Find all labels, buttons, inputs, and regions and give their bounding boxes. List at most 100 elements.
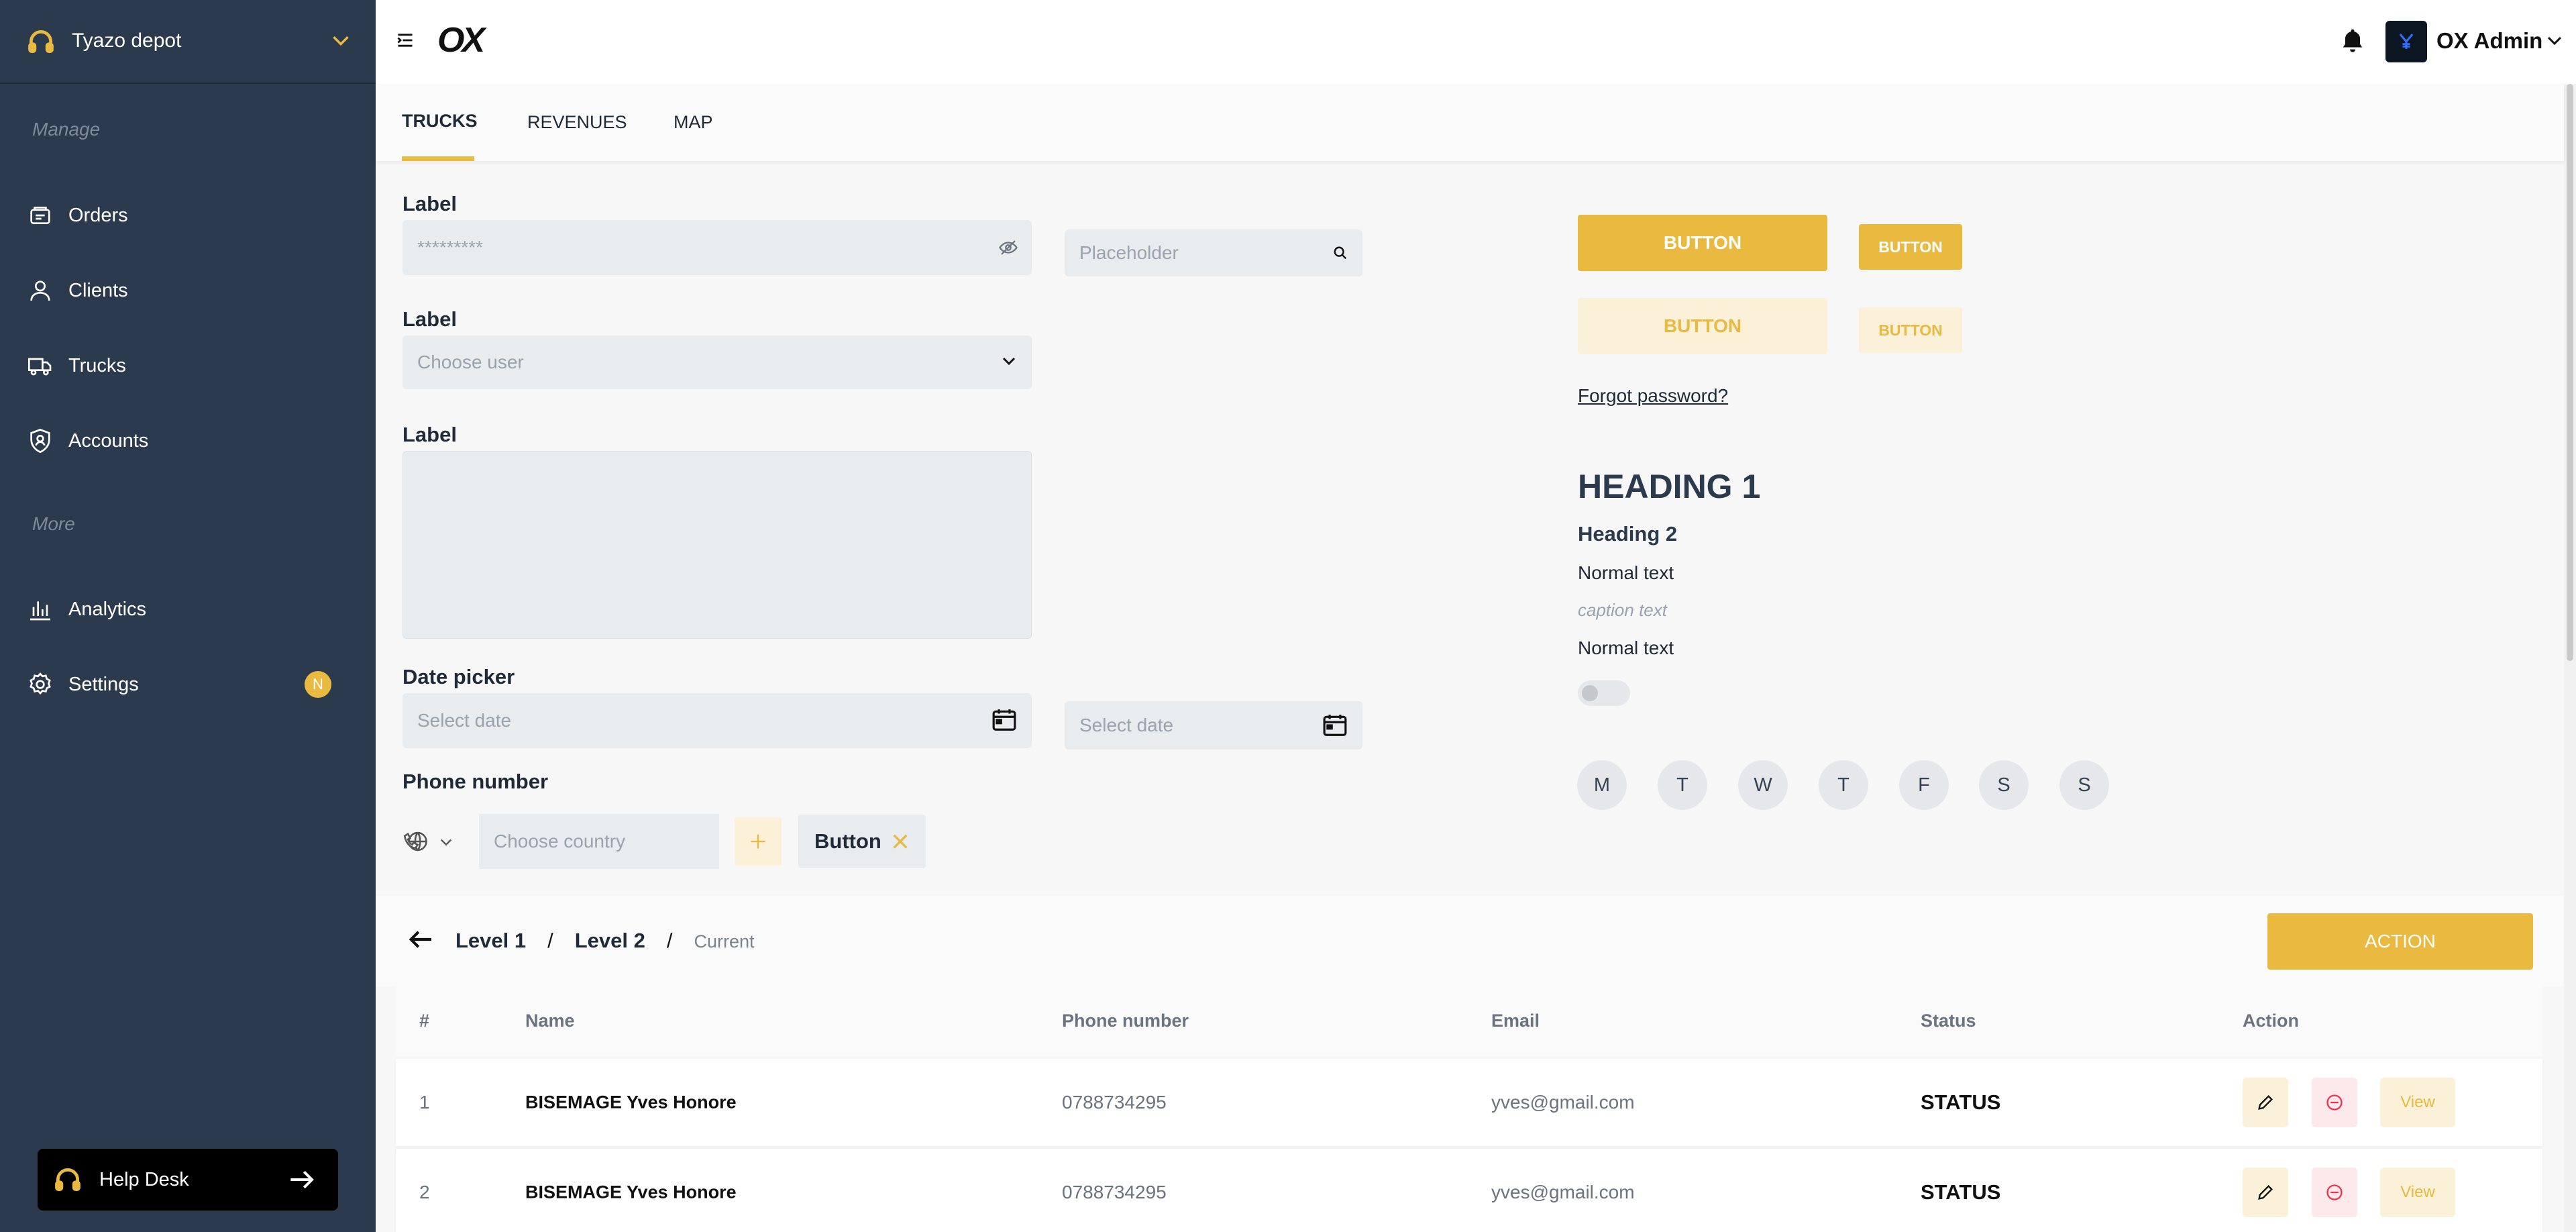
day-saturday[interactable]: S: [1979, 760, 2029, 810]
depot-selector[interactable]: Tyazo depot: [0, 0, 376, 84]
user-select[interactable]: Choose user: [402, 336, 1032, 389]
table-header: [396, 986, 2542, 1056]
search-icon[interactable]: [1333, 246, 1348, 260]
chevron-down-icon: [1001, 356, 1017, 368]
forgot-password-link[interactable]: Forgot password?: [1578, 385, 1728, 407]
scrollbar-track[interactable]: [2564, 84, 2576, 1232]
day-thursday[interactable]: T: [1819, 760, 1868, 810]
eye-off-icon[interactable]: [998, 238, 1018, 258]
remove-button[interactable]: [2312, 1168, 2357, 1217]
sidebar-item-label: Orders: [68, 204, 128, 226]
add-button[interactable]: [735, 817, 782, 866]
breadcrumb-level-1[interactable]: Level 1: [455, 929, 526, 953]
day-tuesday[interactable]: T: [1658, 760, 1707, 810]
row-email: yves@gmail.com: [1491, 1092, 1635, 1113]
section-more: More: [32, 513, 75, 534]
table-row[interactable]: 1 BISEMAGE Yves Honore 0788734295 yves@g…: [396, 1059, 2542, 1146]
day-wednesday[interactable]: W: [1738, 760, 1788, 810]
date-picker-label: Date picker: [402, 665, 515, 688]
sidebar-item-label: Analytics: [68, 598, 147, 620]
day-sunday[interactable]: S: [2059, 760, 2109, 810]
action-button[interactable]: ACTION: [2267, 913, 2533, 970]
normal-text: Normal text: [1578, 637, 1674, 658]
row-name: BISEMAGE Yves Honore: [525, 1092, 737, 1113]
view-button[interactable]: View: [2380, 1078, 2455, 1127]
breadcrumb-separator: /: [666, 929, 673, 952]
help-desk-label: Help Desk: [99, 1169, 189, 1190]
password-label: Label: [402, 192, 457, 215]
avatar[interactable]: [2385, 21, 2427, 62]
depot-name: Tyazo depot: [72, 30, 182, 52]
country-placeholder: Choose country: [494, 831, 626, 852]
help-desk-button[interactable]: Help Desk: [38, 1149, 338, 1211]
gear-icon: [27, 671, 68, 698]
column-header-email: Email: [1491, 1011, 1540, 1031]
toggle-switch[interactable]: [1578, 680, 1630, 706]
sidebar-item-label: Settings: [68, 673, 139, 695]
phone-label: Phone number: [402, 770, 549, 793]
password-field[interactable]: *********: [402, 220, 1032, 275]
tab-revenues[interactable]: REVENUES: [527, 112, 627, 133]
bar-chart-icon: [27, 596, 68, 623]
tab-bar: TRUCKS REVENUES MAP: [376, 84, 2564, 161]
globe-phone-icon[interactable]: [402, 829, 431, 854]
sidebar-item-analytics[interactable]: Analytics: [27, 586, 146, 633]
row-number: 1: [419, 1092, 430, 1113]
breadcrumb-current: Current: [694, 931, 755, 952]
primary-button-small[interactable]: BUTTON: [1859, 224, 1962, 270]
row-email: yves@gmail.com: [1491, 1182, 1635, 1202]
country-select[interactable]: Choose country: [479, 814, 719, 869]
date-picker-input-small[interactable]: Select date: [1065, 701, 1362, 750]
view-button[interactable]: View: [2380, 1168, 2455, 1217]
close-icon[interactable]: [891, 832, 910, 851]
tab-map[interactable]: MAP: [674, 112, 713, 133]
primary-button-large[interactable]: BUTTON: [1578, 215, 1827, 271]
caption-text: caption text: [1578, 600, 1667, 620]
toggle-knob: [1582, 685, 1598, 701]
edit-button[interactable]: [2243, 1078, 2288, 1127]
table-row[interactable]: 2 BISEMAGE Yves Honore 0788734295 yves@g…: [396, 1149, 2542, 1232]
sidebar-item-settings[interactable]: Settings N: [27, 661, 335, 708]
disabled-button-small[interactable]: BUTTON: [1859, 307, 1962, 353]
tab-trucks[interactable]: TRUCKS: [402, 111, 478, 132]
search-input[interactable]: Placeholder: [1065, 229, 1362, 276]
day-friday[interactable]: F: [1899, 760, 1949, 810]
breadcrumb-separator: /: [547, 929, 553, 952]
sidebar-item-label: Accounts: [68, 429, 149, 452]
orders-icon: [27, 202, 68, 229]
date-picker-input[interactable]: Select date: [402, 693, 1032, 748]
menu-collapse-icon[interactable]: [396, 31, 415, 50]
minus-circle-icon: [2325, 1183, 2344, 1202]
app-logo: OX: [437, 21, 485, 60]
row-name: BISEMAGE Yves Honore: [525, 1182, 737, 1202]
chip-label: Button: [814, 829, 881, 853]
remove-button[interactable]: [2312, 1078, 2357, 1127]
sidebar-item-clients[interactable]: Clients: [27, 267, 128, 314]
edit-button[interactable]: [2243, 1168, 2288, 1217]
disabled-button-large[interactable]: BUTTON: [1578, 298, 1827, 354]
textarea-field[interactable]: [402, 451, 1032, 639]
sidebar-item-orders[interactable]: Orders: [27, 192, 128, 239]
calendar-icon[interactable]: [1322, 713, 1348, 737]
day-monday[interactable]: M: [1577, 760, 1627, 810]
chevron-down-icon[interactable]: [2546, 35, 2563, 47]
chip-button[interactable]: Button: [798, 815, 926, 868]
arrow-right-icon: [288, 1168, 315, 1192]
back-arrow-icon[interactable]: [407, 929, 434, 950]
chevron-down-icon[interactable]: [439, 837, 453, 848]
column-header-number: #: [419, 1011, 430, 1031]
headset-icon: [25, 27, 56, 56]
calendar-icon[interactable]: [991, 708, 1017, 732]
sidebar-item-accounts[interactable]: Accounts: [27, 417, 148, 464]
settings-badge: N: [305, 671, 331, 698]
breadcrumb-level-2[interactable]: Level 2: [575, 929, 645, 953]
bell-icon[interactable]: [2340, 27, 2365, 55]
sidebar-item-trucks[interactable]: Trucks: [27, 342, 126, 389]
scrollbar-thumb[interactable]: [2567, 84, 2573, 661]
truck-icon: [27, 352, 68, 379]
section-manage: Manage: [32, 119, 101, 140]
plus-icon: [749, 832, 767, 851]
pencil-icon: [2256, 1183, 2275, 1202]
user-name[interactable]: OX Admin: [2436, 28, 2542, 54]
chevron-down-icon[interactable]: [331, 34, 350, 48]
